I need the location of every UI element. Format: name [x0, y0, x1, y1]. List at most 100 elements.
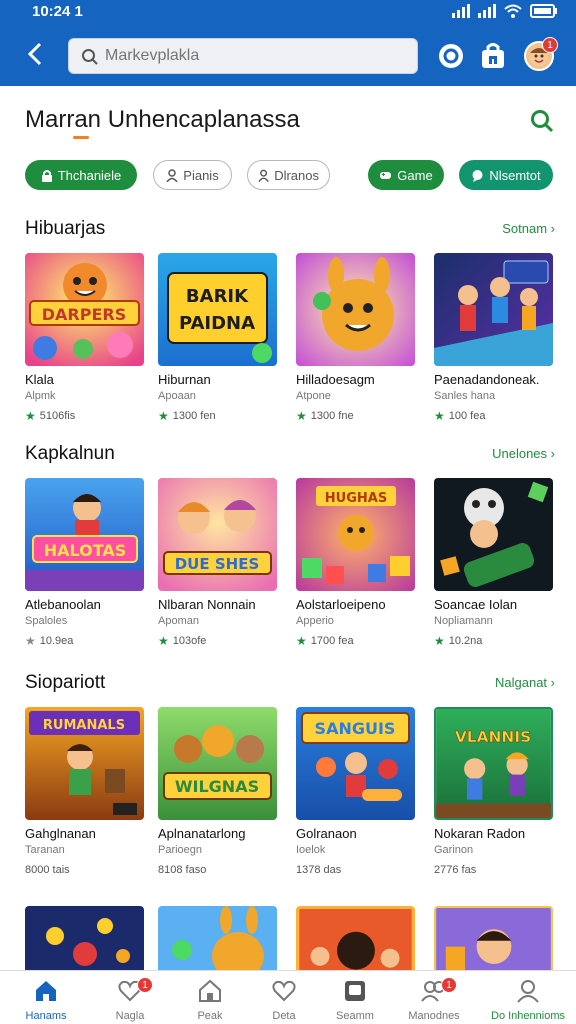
section-see-all-link[interactable]: Unelones ›: [492, 446, 555, 461]
search-input[interactable]: [105, 39, 405, 73]
nav-label: Seamm: [336, 1010, 374, 1022]
thumbnail-art: DUE SHES: [158, 478, 277, 591]
section-row-3: RUMANALS Gahglnanan Taranan 8000 tais WI…: [25, 707, 556, 887]
app-thumbnail[interactable]: BARIK PAIDNA: [158, 253, 277, 366]
app-thumbnail[interactable]: DARPERS: [25, 253, 144, 366]
search-bar[interactable]: [68, 38, 418, 74]
nav-item-account[interactable]: Do Inhennioms: [484, 977, 572, 1022]
title-underline: [73, 136, 89, 139]
chat-icon: [472, 169, 483, 182]
thumbnail-title: WILGNAS: [175, 777, 259, 796]
star-icon: ★: [158, 409, 169, 423]
app-name: Aolstarloeipeno: [296, 597, 386, 612]
app-card[interactable]: Hilladoesagm Atpone ★ 1300 fne: [296, 253, 417, 423]
section-title: Hibuarjas: [25, 218, 106, 239]
title-row: Marran Unhencaplanassa: [25, 104, 555, 140]
star-icon: ★: [296, 409, 307, 423]
app-thumbnail[interactable]: DUE SHES: [158, 478, 277, 591]
nav-item-seamm[interactable]: Seamm: [320, 977, 390, 1022]
app-thumbnail[interactable]: [434, 253, 553, 366]
app-developer: Apoman: [158, 615, 199, 627]
nav-item-manodnes[interactable]: 1 Manodnes: [399, 977, 469, 1022]
app-name: Klala: [25, 372, 54, 387]
page-title: Marran Unhencaplanassa: [25, 106, 300, 133]
signal-icon: [452, 4, 470, 18]
app-developer: Atpone: [296, 390, 331, 402]
app-developer: Nopliamann: [434, 615, 493, 627]
app-thumbnail[interactable]: [25, 906, 144, 970]
app-card[interactable]: VLANNIS Nokaran Radon Garinon 2776 fas: [434, 707, 555, 876]
thumbnail-art: [25, 906, 144, 970]
camera-button[interactable]: [437, 42, 465, 70]
app-card[interactable]: [158, 906, 279, 970]
app-thumbnail[interactable]: [296, 253, 415, 366]
chip-pianis[interactable]: Pianis: [153, 160, 232, 190]
link-label: Sotnam: [502, 221, 548, 236]
app-card[interactable]: [434, 906, 555, 970]
search-icon: [531, 110, 554, 133]
thumbnail-art: DARPERS: [25, 253, 144, 366]
nav-item-home[interactable]: Hanams: [11, 977, 81, 1022]
app-card[interactable]: WILGNAS Aplnanatarlong Parioegn 8108 fas…: [158, 707, 279, 876]
section-see-all-link[interactable]: Nalganat ›: [495, 675, 555, 690]
app-card[interactable]: RUMANALS Gahglnanan Taranan 8000 tais: [25, 707, 146, 876]
bag-button[interactable]: [480, 42, 508, 70]
app-card[interactable]: HUGHAS Aolstarloeipeno Apperio ★ 1700 fea: [296, 478, 417, 648]
back-button[interactable]: [22, 40, 50, 70]
status-bar: 10:24 1: [0, 0, 576, 24]
nav-label: Nagla: [115, 1010, 145, 1022]
app-thumbnail[interactable]: SANGUIS: [296, 707, 415, 820]
app-thumbnail[interactable]: HALOTAS: [25, 478, 144, 591]
app-card[interactable]: SANGUIS Golranaon Ioelok 1378 das: [296, 707, 417, 876]
app-developer: Ioelok: [296, 844, 326, 856]
chip-thchaniele[interactable]: Thchaniele: [25, 160, 137, 190]
chip-nlsemtot[interactable]: Nlsemtot: [459, 160, 553, 190]
title-search-button[interactable]: [529, 108, 555, 139]
app-thumbnail[interactable]: [296, 906, 415, 970]
star-icon: ★: [434, 409, 445, 423]
section-header-2: Kapkalnun Unelones ›: [25, 443, 555, 467]
nav-item-nagla[interactable]: 1 Nagla: [95, 977, 165, 1022]
app-thumbnail[interactable]: [434, 478, 553, 591]
app-card[interactable]: [25, 906, 146, 970]
thumbnail-title: RUMANALS: [43, 718, 125, 733]
app-card[interactable]: Paenadandoneak. Sanles hana ★ 100 fea: [434, 253, 555, 423]
app-card[interactable]: BARIK PAIDNA Hiburnan Apoaan ★ 1300 fen: [158, 253, 279, 423]
app-rating: 8108 faso: [158, 864, 279, 876]
home-icon: [36, 981, 56, 1001]
chip-dlranos[interactable]: Dlranos: [247, 160, 330, 190]
section-see-all-link[interactable]: Sotnam ›: [502, 221, 555, 236]
app-card[interactable]: Soancae Iolan Nopliamann ★ 10.2na: [434, 478, 555, 648]
chip-label: Thchaniele: [57, 167, 122, 183]
rating-value: 8108 faso: [158, 864, 207, 876]
chip-label: Pianis: [183, 167, 219, 183]
app-card[interactable]: DARPERS Klala Alpmk ★ 5106fis: [25, 253, 146, 423]
app-thumbnail[interactable]: [434, 906, 553, 970]
app-thumbnail[interactable]: WILGNAS: [158, 707, 277, 820]
app-thumbnail[interactable]: VLANNIS: [434, 707, 553, 820]
chip-game[interactable]: Game: [368, 160, 444, 190]
nav-item-peak[interactable]: Peak: [175, 977, 245, 1022]
thumbnail-art: HUGHAS: [296, 478, 415, 591]
app-thumbnail[interactable]: [158, 906, 277, 970]
nav-item-deta[interactable]: Deta: [249, 977, 319, 1022]
app-rating: 8000 tais: [25, 864, 146, 876]
app-thumbnail[interactable]: RUMANALS: [25, 707, 144, 820]
thumbnail-title: SANGUIS: [315, 719, 396, 738]
app-card[interactable]: HALOTAS Atlebanoolan Spaloles ★ 10.9ea: [25, 478, 146, 648]
person-icon: [166, 168, 178, 182]
app-card[interactable]: [296, 906, 417, 970]
app-thumbnail[interactable]: HUGHAS: [296, 478, 415, 591]
app-rating: ★ 5106fis: [25, 409, 146, 423]
rating-value: 1300 fne: [310, 410, 354, 422]
nav-badge: 1: [441, 977, 457, 993]
section-header-3: Siopariott Nalganat ›: [25, 672, 555, 696]
app-bar: 1: [0, 24, 576, 86]
app-name: Golranaon: [296, 826, 357, 841]
lock-icon: [41, 169, 52, 182]
app-card[interactable]: DUE SHES Nlbaran Nonnain Apoman ★ 103ofe: [158, 478, 279, 648]
app-rating: ★ 1300 fne: [296, 409, 417, 423]
app-name: Paenadandoneak.: [434, 372, 540, 387]
app-developer: Apperio: [296, 615, 334, 627]
profile-avatar[interactable]: 1: [524, 37, 558, 71]
